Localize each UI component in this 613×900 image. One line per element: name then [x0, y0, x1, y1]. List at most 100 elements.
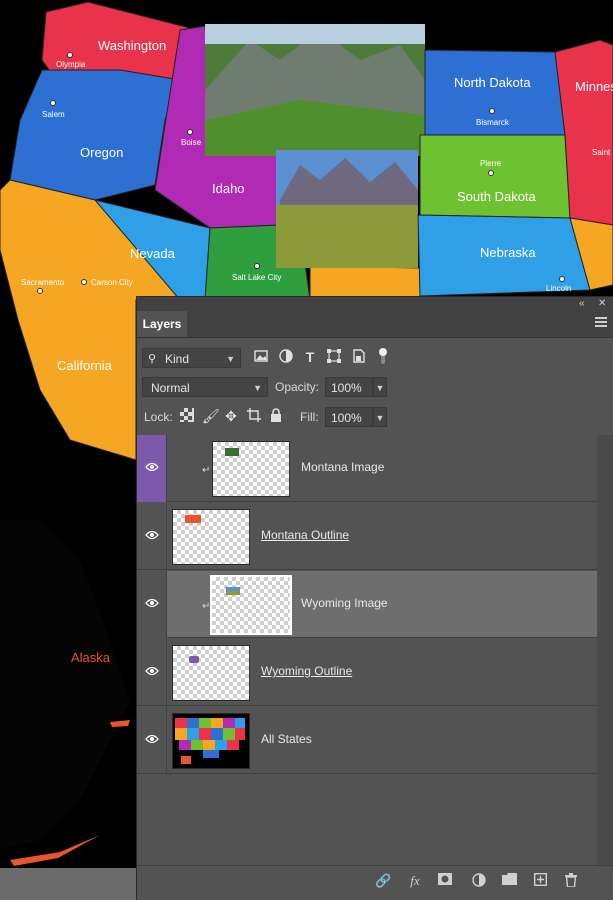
adjustment-filter-icon[interactable]: [278, 349, 294, 365]
shape-filter-icon[interactable]: [326, 349, 342, 365]
city-label-pierre: Pierre: [480, 159, 502, 168]
city-dot-sacramento: [37, 288, 43, 294]
layer-row-wyoming-image[interactable]: ↵ Wyoming Image: [137, 571, 597, 638]
chevron-down-icon: ▼: [226, 354, 235, 364]
eye-icon: [145, 530, 159, 540]
visibility-toggle[interactable]: [137, 571, 167, 638]
layer-thumbnail: [172, 509, 250, 565]
city-label-bismarck: Bismarck: [476, 118, 509, 127]
city-dot-carson-city: [81, 279, 87, 285]
lock-artboard-icon[interactable]: [246, 408, 262, 424]
link-icon[interactable]: 🔗: [375, 873, 391, 889]
type-filter-icon[interactable]: T: [302, 349, 318, 365]
smart-object-filter-icon[interactable]: [351, 349, 367, 365]
opacity-chevron[interactable]: ▼: [373, 377, 387, 397]
lock-all-icon[interactable]: [268, 408, 284, 424]
fill-input[interactable]: 100%: [325, 407, 373, 427]
label-nevada: Nevada: [130, 246, 175, 261]
layer-name: Montana Image: [301, 460, 385, 474]
eye-icon: [145, 734, 159, 744]
us-map-thumbnail: [173, 714, 249, 768]
visibility-toggle[interactable]: [137, 503, 167, 570]
lock-position-icon[interactable]: ✥: [223, 408, 239, 424]
fx-icon[interactable]: fx: [407, 873, 423, 889]
filter-kind-value: Kind: [165, 352, 190, 366]
thumbnail-content: [225, 448, 239, 456]
city-label-olympia: Olympia: [56, 60, 86, 69]
city-dot-pierre: [488, 170, 494, 176]
label-washington: Washington: [98, 38, 167, 53]
city-label-saint: Saint: [592, 148, 611, 157]
city-label-boise: Boise: [181, 138, 202, 147]
label-minnesota: Minnes: [575, 79, 613, 94]
visibility-toggle[interactable]: [137, 707, 167, 774]
city-label-salem: Salem: [42, 110, 65, 119]
mask-icon[interactable]: [437, 873, 453, 889]
label-north-dakota: North Dakota: [454, 75, 531, 90]
adjustment-icon[interactable]: [471, 873, 487, 889]
fill-label: Fill:: [300, 410, 319, 424]
label-idaho: Idaho: [212, 181, 245, 196]
city-label-carson-city: Carson City: [91, 278, 133, 287]
layers-scrollbar[interactable]: [597, 435, 613, 865]
layer-row-wyoming-outline[interactable]: Wyoming Outline: [137, 639, 597, 706]
city-dot-olympia: [67, 52, 73, 58]
thumbnail-content: [189, 656, 199, 663]
folder-icon[interactable]: [501, 873, 517, 889]
lock-label: Lock:: [144, 410, 173, 424]
thumbnail-content: [185, 515, 201, 523]
lock-image-pixels-icon[interactable]: 🖌: [202, 408, 220, 424]
wyoming-mountains: [280, 158, 418, 210]
opacity-label: Opacity:: [275, 380, 320, 394]
layer-name: Wyoming Outline: [261, 664, 353, 678]
layer-row-all-states[interactable]: All States: [137, 707, 597, 774]
city-dot-boise: [187, 129, 193, 135]
opacity-input[interactable]: 100%: [325, 377, 373, 397]
double-chevron-icon[interactable]: «: [579, 297, 585, 311]
search-icon: ⚲: [148, 353, 157, 365]
new-layer-icon[interactable]: [532, 872, 548, 889]
eye-icon: [145, 462, 159, 472]
city-dot-salt-lake-city: [254, 263, 260, 269]
filter-kind-select[interactable]: ⚲ Kind ▼: [142, 348, 241, 368]
label-alaska: Alaska: [71, 650, 111, 665]
image-filter-icon[interactable]: [253, 349, 269, 365]
layer-row-montana-outline[interactable]: Montana Outline: [137, 503, 597, 570]
city-dot-bismarck: [489, 108, 495, 114]
city-label-salt-lake-city: Salt Lake City: [232, 273, 282, 282]
toggle-filter-icon[interactable]: [375, 347, 391, 364]
layer-row-montana-image[interactable]: ↵ Montana Image: [137, 435, 597, 502]
panel-topbar: « ✕: [137, 297, 613, 311]
lock-transparent-pixels-icon[interactable]: [179, 408, 195, 424]
close-icon[interactable]: ✕: [598, 297, 606, 311]
panel-menu-icon[interactable]: [595, 317, 607, 329]
state-south-dakota: [419, 134, 571, 219]
layers-panel: « ✕ Layers ⚲ Kind ▼ T Normal ▼ Opacity: …: [136, 296, 613, 900]
blend-mode-value: Normal: [151, 381, 190, 395]
label-nebraska: Nebraska: [480, 245, 536, 260]
tab-layers[interactable]: Layers: [137, 311, 187, 337]
panel-tab-row: Layers: [137, 311, 613, 338]
city-dot-lincoln: [559, 276, 565, 282]
state-colorado: [309, 265, 421, 301]
blend-mode-select[interactable]: Normal ▼: [142, 377, 268, 397]
state-oregon: [9, 69, 181, 201]
clipping-arrow-icon: ↵: [202, 465, 211, 476]
eye-icon: [145, 598, 159, 608]
city-dot-salem: [50, 100, 56, 106]
visibility-toggle[interactable]: [137, 639, 167, 706]
layer-thumbnail: [210, 575, 292, 635]
layer-list: ↵ Montana Image Montana Outline ↵ Wyomin…: [137, 435, 597, 774]
layers-bottom-toolbar: 🔗 fx: [137, 865, 613, 896]
chevron-down-icon: ▼: [253, 383, 262, 393]
visibility-toggle[interactable]: [137, 435, 167, 502]
layer-thumbnail: [172, 645, 250, 701]
layer-name: Montana Outline: [261, 528, 350, 542]
layer-thumbnail: [212, 441, 290, 497]
fill-chevron[interactable]: ▼: [373, 407, 387, 427]
trash-icon[interactable]: [563, 873, 579, 889]
label-south-dakota: South Dakota: [457, 189, 536, 204]
city-label-lincoln: Lincoln: [546, 284, 572, 293]
montana-sky: [205, 24, 425, 44]
layer-thumbnail: [172, 713, 250, 769]
